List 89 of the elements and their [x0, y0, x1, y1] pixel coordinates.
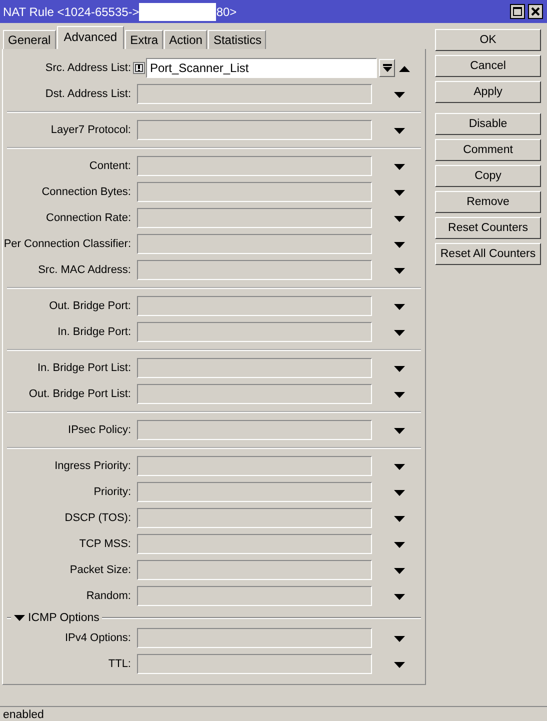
input-field[interactable] [137, 234, 372, 254]
field-label: IPv4 Options: [64, 631, 131, 645]
input-field[interactable] [137, 120, 372, 140]
expand-arrow-icon[interactable] [394, 328, 405, 336]
action-button[interactable]: Disable [435, 113, 541, 135]
expand-arrow-icon[interactable] [394, 488, 405, 496]
input-field[interactable] [137, 534, 372, 554]
input-field[interactable] [137, 156, 372, 176]
field-label: IPsec Policy: [67, 423, 131, 437]
field-label: Random: [85, 589, 131, 603]
input-field[interactable] [137, 560, 372, 580]
field-label: In. Bridge Port List: [36, 361, 131, 375]
expand-arrow-icon[interactable] [399, 64, 410, 72]
tab[interactable]: General [3, 30, 56, 49]
expand-arrow-icon[interactable] [394, 462, 405, 470]
expand-arrow-icon[interactable] [394, 540, 405, 548]
expand-arrow-icon[interactable] [394, 634, 405, 642]
dropdown-arrow-icon [382, 64, 392, 72]
field-label: Out. Bridge Port List: [28, 387, 131, 401]
input-field[interactable] [137, 260, 372, 280]
input-field[interactable] [137, 654, 372, 674]
action-button[interactable]: Cancel [435, 55, 541, 77]
input-field[interactable] [137, 586, 372, 606]
expand-arrow-icon[interactable] [394, 364, 405, 372]
field-label: TCP MSS: [78, 537, 131, 551]
action-button[interactable]: OK [435, 29, 541, 51]
tab[interactable]: Advanced [56, 26, 124, 49]
action-button[interactable]: Reset Counters [435, 217, 541, 239]
field-label: Connection Bytes: [40, 185, 131, 199]
dropdown-button[interactable] [379, 59, 395, 77]
maximize-button[interactable] [510, 4, 525, 19]
expand-arrow-icon[interactable] [394, 266, 405, 274]
input-field[interactable] [137, 296, 372, 316]
field-label: Connection Rate: [45, 211, 131, 225]
negate-toggle-icon[interactable] [132, 62, 144, 74]
input-field[interactable] [137, 84, 372, 104]
field-label: In. Bridge Port: [56, 325, 131, 339]
action-button[interactable]: Remove [435, 191, 541, 213]
field-label: Ingress Priority: [54, 459, 131, 473]
expand-arrow-icon[interactable] [394, 514, 405, 522]
field-label: Priority: [92, 485, 131, 499]
field-label: DSCP (TOS): [64, 511, 131, 525]
input-field[interactable] [137, 420, 372, 440]
expand-arrow-icon[interactable] [394, 390, 405, 398]
close-button[interactable] [528, 4, 543, 19]
tab[interactable]: Action [164, 30, 208, 49]
field-label: Per Connection Classifier: [3, 237, 131, 251]
field-label: Layer7 Protocol: [50, 123, 131, 137]
input-field[interactable] [137, 508, 372, 528]
input-field[interactable] [137, 628, 372, 648]
window-title: 80> [216, 4, 237, 18]
window-title: NAT Rule <1024-65535-> [3, 4, 140, 18]
input-field[interactable] [137, 182, 372, 202]
expand-arrow-icon[interactable] [394, 566, 405, 574]
expand-arrow-icon[interactable] [394, 592, 405, 600]
action-button[interactable]: Apply [435, 81, 541, 103]
field-label: TTL: [107, 657, 131, 671]
action-button[interactable]: Comment [435, 139, 541, 161]
input-field[interactable] [137, 456, 372, 476]
expand-arrow-icon[interactable] [394, 214, 405, 222]
expand-arrow-icon[interactable] [394, 90, 405, 98]
close-icon [531, 7, 540, 16]
input-field[interactable]: Port_Scanner_List [146, 58, 377, 78]
tab[interactable]: Statistics [208, 30, 266, 49]
maximize-icon [513, 7, 522, 16]
field-label: Out. Bridge Port: [48, 299, 131, 313]
action-button[interactable]: Reset All Counters [435, 243, 541, 265]
expand-arrow-icon[interactable] [394, 126, 405, 134]
section-title: ICMP Options [28, 612, 100, 624]
collapse-triangle-icon[interactable] [14, 615, 25, 621]
input-field[interactable] [137, 208, 372, 228]
input-field[interactable] [137, 358, 372, 378]
field-label: Content: [88, 159, 131, 173]
expand-arrow-icon[interactable] [394, 162, 405, 170]
input-field[interactable] [137, 482, 372, 502]
tab[interactable]: Extra [125, 30, 164, 49]
expand-arrow-icon[interactable] [394, 302, 405, 310]
expand-arrow-icon[interactable] [394, 188, 405, 196]
field-label: Src. MAC Address: [37, 263, 131, 277]
input-field[interactable] [137, 322, 372, 342]
status-text: enabled [3, 709, 44, 721]
input-field[interactable] [137, 384, 372, 404]
field-label: Dst. Address List: [44, 87, 131, 101]
expand-arrow-icon[interactable] [394, 240, 405, 248]
expand-arrow-icon[interactable] [394, 660, 405, 668]
expand-arrow-icon[interactable] [394, 426, 405, 434]
field-label: Packet Size: [68, 563, 131, 577]
action-button[interactable]: Copy [435, 165, 541, 187]
field-label: Src. Address List: [44, 61, 131, 75]
